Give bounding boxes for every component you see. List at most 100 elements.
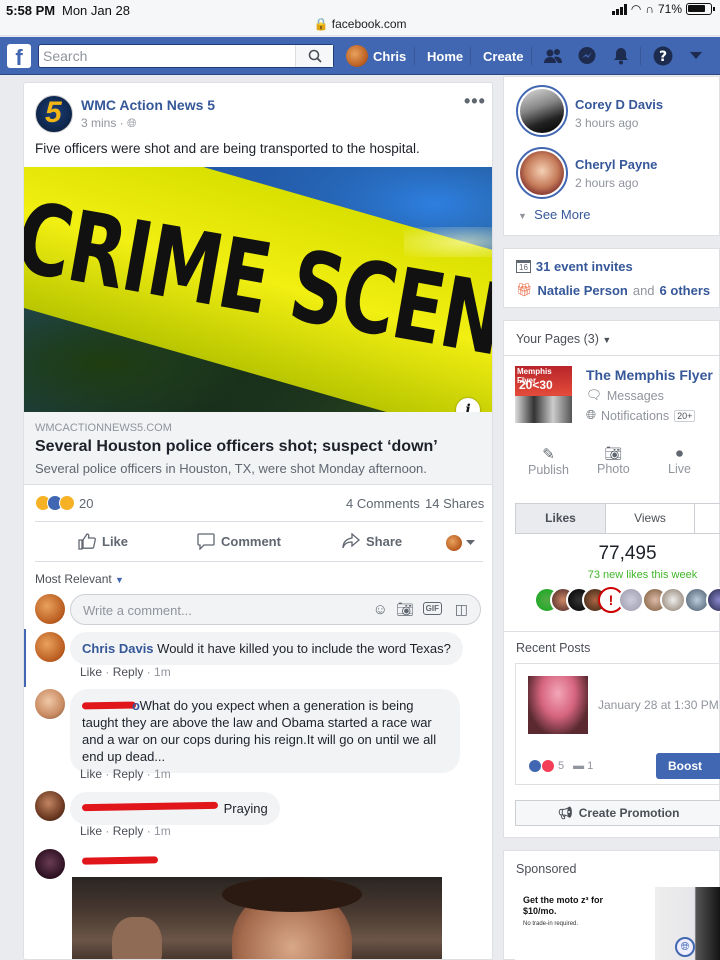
post-author[interactable]: WMC Action News 5 bbox=[81, 97, 215, 113]
comment-avatar[interactable] bbox=[35, 689, 65, 719]
wow-reaction-icon bbox=[59, 495, 75, 511]
comment-avatar[interactable] bbox=[35, 632, 65, 662]
comment-author-redacted[interactable]: o bbox=[81, 697, 140, 714]
friend-name[interactable]: Corey D Davis bbox=[575, 97, 663, 112]
page-thumbnail[interactable]: Memphis Flyer 20<30 bbox=[515, 366, 572, 423]
comment-gif-image[interactable] bbox=[72, 877, 442, 959]
account-menu-chevron-icon[interactable] bbox=[686, 46, 706, 66]
likes-count: 77,495 bbox=[598, 543, 657, 564]
more-options-icon[interactable]: ••• bbox=[464, 91, 486, 112]
divider bbox=[504, 631, 720, 632]
page-messages-link[interactable]: 🗨︎ Messages bbox=[586, 388, 664, 403]
link-domain: WMCACTIONNEWS5.COM bbox=[35, 422, 172, 434]
svg-text:?: ? bbox=[659, 49, 667, 65]
comments-count[interactable]: 4 Comments bbox=[346, 496, 420, 511]
liker-avatar bbox=[660, 587, 686, 613]
photo-button[interactable]: 📷︎ Photo bbox=[597, 445, 630, 476]
nav-divider bbox=[470, 47, 471, 65]
comment-button[interactable]: Comment bbox=[197, 533, 281, 550]
share-icon bbox=[342, 533, 360, 549]
battery-percent: 71% bbox=[657, 2, 682, 16]
comment-sort-dropdown[interactable]: Most Relevant ▼ bbox=[35, 572, 124, 586]
post-timestamp[interactable]: 3 mins · 🌐︎ bbox=[81, 116, 137, 131]
like-button[interactable]: Like bbox=[78, 533, 128, 550]
search-input[interactable]: Search bbox=[38, 44, 334, 68]
recent-post-item[interactable]: January 28 at 1:30 PM 5 ▬ 1 Boost Pos bbox=[515, 663, 720, 799]
comment-author-redacted[interactable] bbox=[81, 801, 220, 813]
nav-create[interactable]: Create bbox=[483, 49, 523, 64]
facebook-logo-icon[interactable]: f bbox=[7, 44, 31, 68]
comment-author[interactable]: Chris Davis bbox=[82, 641, 154, 656]
camera-icon[interactable]: 📷︎ bbox=[396, 601, 414, 618]
photo-label: Photo bbox=[597, 462, 630, 476]
live-button[interactable]: ⏺︎ Live bbox=[668, 445, 691, 476]
comment-like-link[interactable]: Like bbox=[80, 767, 102, 781]
comment-reply-link[interactable]: Reply bbox=[113, 767, 144, 781]
friend-story-time: 3 hours ago bbox=[575, 116, 639, 130]
sponsored-ad[interactable]: Get the moto z³ for $10/mo. No trade-in … bbox=[515, 887, 720, 960]
birthday-name: Natalie Person bbox=[537, 282, 628, 298]
tab-likes[interactable]: Likes bbox=[516, 504, 605, 533]
page-avatar[interactable]: 5 bbox=[35, 95, 73, 133]
page-name[interactable]: The Memphis Flyer bbox=[586, 367, 713, 383]
friend-name[interactable]: Cheryl Payne bbox=[575, 157, 657, 172]
address-bar[interactable]: 🔒 facebook.com bbox=[0, 17, 720, 31]
sticker-icon[interactable]: ◫ bbox=[455, 601, 468, 618]
nav-divider bbox=[640, 47, 641, 65]
birthdays-link[interactable]: 🎁︎ Natalie Person and 6 others bbox=[516, 282, 710, 298]
comment-reply-link[interactable]: Reply bbox=[113, 824, 144, 838]
comment-avatar[interactable] bbox=[35, 849, 65, 879]
create-promotion-button[interactable]: 📢︎ Create Promotion bbox=[515, 800, 720, 826]
comment-time[interactable]: 1m bbox=[154, 824, 171, 838]
messenger-icon[interactable] bbox=[577, 46, 597, 66]
nav-user-name[interactable]: Chris bbox=[373, 49, 406, 64]
nav-home[interactable]: Home bbox=[427, 49, 463, 64]
shares-count[interactable]: 14 Shares bbox=[425, 496, 484, 511]
friend-avatar[interactable] bbox=[516, 85, 568, 137]
event-invites-link[interactable]: 16 31 event invites bbox=[516, 259, 633, 274]
reactions-summary[interactable]: 20 bbox=[35, 495, 93, 511]
chevron-down-icon: ▼ bbox=[115, 575, 124, 585]
friend-avatar[interactable] bbox=[516, 147, 568, 199]
search-placeholder: Search bbox=[43, 48, 88, 64]
link-preview[interactable]: WMCACTIONNEWS5.COM Several Houston polic… bbox=[24, 412, 492, 485]
share-button[interactable]: Share bbox=[342, 533, 402, 549]
user-avatar[interactable] bbox=[346, 45, 368, 67]
status-indicators: ◠ ∩ 71% bbox=[611, 2, 715, 16]
birthday-others: 6 others bbox=[659, 282, 711, 298]
comment-time[interactable]: 1m bbox=[154, 767, 171, 781]
post-time: 3 mins bbox=[81, 116, 117, 130]
emoji-icon[interactable]: ☺ bbox=[373, 601, 388, 618]
comment-time[interactable]: 1m bbox=[154, 665, 171, 679]
events-box: 16 31 event invites 🎁︎ Natalie Person an… bbox=[503, 248, 720, 308]
tab-more[interactable] bbox=[694, 504, 720, 533]
own-comment-highlight bbox=[24, 629, 26, 687]
recent-likers-faces[interactable]: ! bbox=[534, 587, 720, 619]
link-title: Several Houston police officers shot; su… bbox=[35, 438, 438, 455]
publish-button[interactable]: ✎ Publish bbox=[528, 445, 569, 477]
post-as-selector[interactable] bbox=[446, 535, 475, 551]
love-reaction-icon bbox=[541, 759, 555, 773]
help-icon[interactable]: ? bbox=[653, 46, 673, 66]
comment-author: o bbox=[132, 698, 140, 713]
post-link-image[interactable]: CRIME SCENE DO bbox=[24, 167, 492, 412]
gif-icon[interactable]: GIF bbox=[422, 602, 442, 615]
notifications-icon[interactable] bbox=[611, 46, 631, 66]
create-promotion-label: Create Promotion bbox=[578, 806, 680, 820]
boost-post-button[interactable]: Boost Pos bbox=[656, 753, 720, 799]
sponsored-title: Sponsored bbox=[516, 862, 577, 876]
page-notifications-link[interactable]: 🌐︎ Notifications 20+ bbox=[586, 408, 696, 423]
comment-like-link[interactable]: Like bbox=[80, 665, 102, 679]
your-pages-title: Your Pages (3) bbox=[516, 332, 599, 346]
comment-input[interactable]: Write a comment... ☺ 📷︎ GIF ◫ bbox=[70, 594, 481, 625]
wifi-icon: ◠ bbox=[630, 2, 642, 16]
comment-avatar[interactable] bbox=[35, 791, 65, 821]
comment-meta: Like · Reply · 1m bbox=[80, 824, 171, 838]
tab-views[interactable]: Views bbox=[605, 504, 694, 533]
comment-like-link[interactable]: Like bbox=[80, 824, 102, 838]
search-button[interactable] bbox=[295, 45, 333, 67]
comment-reply-link[interactable]: Reply bbox=[113, 665, 144, 679]
friend-requests-icon[interactable] bbox=[543, 46, 563, 66]
see-more-link[interactable]: ▼ See More bbox=[518, 207, 591, 222]
your-pages-header[interactable]: Your Pages (3) ▼ bbox=[516, 332, 611, 346]
